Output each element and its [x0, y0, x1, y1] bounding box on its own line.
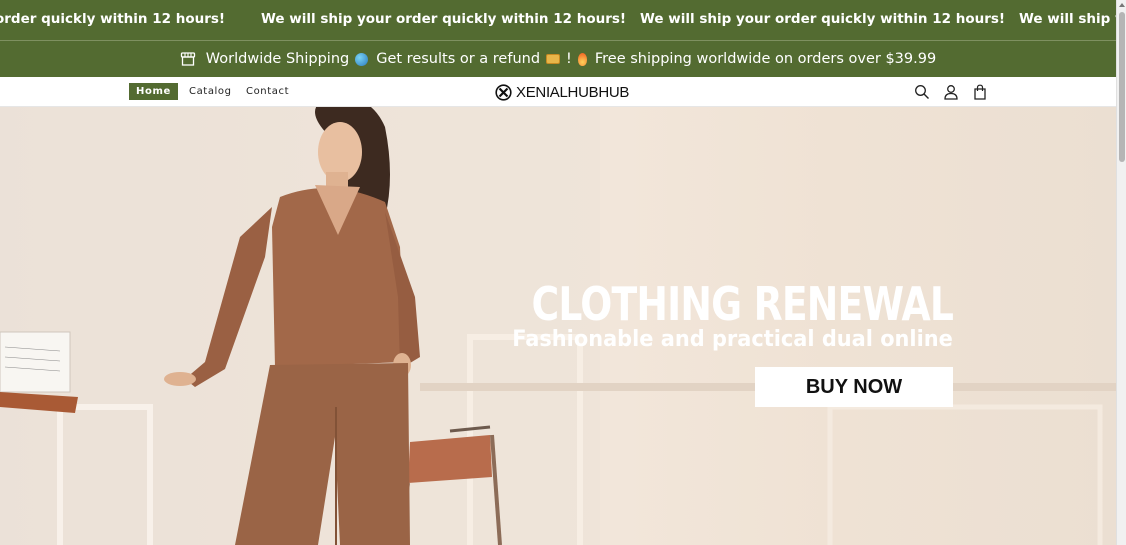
globe-icon — [355, 52, 369, 66]
hero-subtitle: Fashionable and practical dual online — [512, 327, 953, 352]
marquee-item: order quickly within 12 hours! — [0, 11, 226, 27]
hero-banner[interactable]: CLOTHING RENEWAL Fashionable and practic… — [0, 107, 1116, 545]
announcement-shipping: Worldwide Shipping — [205, 51, 350, 67]
store-icon — [180, 52, 195, 66]
nav-home[interactable]: Home — [129, 83, 178, 100]
nav-contact[interactable]: Contact — [246, 83, 289, 100]
search-icon[interactable] — [914, 84, 930, 100]
site-header: Home Catalog Contact XENIALHUBHUB — [0, 77, 1116, 107]
money-icon — [546, 54, 561, 64]
hero-title: CLOTHING RENEWAL — [531, 277, 953, 331]
nav-catalog[interactable]: Catalog — [189, 83, 232, 100]
brand-name: XENIALHUBHUB — [516, 83, 630, 101]
logo-mark-icon — [495, 83, 512, 101]
announcement-exclaim: ! — [566, 51, 572, 67]
account-icon[interactable] — [943, 84, 959, 100]
scrollbar-thumb[interactable] — [1119, 12, 1125, 162]
site-logo[interactable]: XENIALHUBHUB — [495, 82, 629, 102]
announcement-bar: Worldwide Shipping Get results or a refu… — [0, 40, 1116, 77]
page-scrollbar[interactable] — [1116, 0, 1126, 545]
buy-now-button[interactable]: BUY NOW — [755, 367, 953, 407]
fire-icon — [577, 52, 587, 66]
marquee-item: We will ship your order quickly within 1… — [261, 11, 627, 27]
announcement-refund: Get results or a refund — [376, 51, 541, 67]
marquee-item: We will ship your order quickly within 1… — [640, 11, 1006, 27]
marquee-bar: order quickly within 12 hours! We will s… — [0, 0, 1116, 40]
scroll-up-arrow-icon[interactable] — [1119, 3, 1125, 7]
announcement-free-shipping: Free shipping worldwide on orders over $… — [594, 51, 937, 67]
marquee-item: We will ship yo — [1019, 11, 1116, 27]
cart-icon[interactable] — [972, 84, 988, 100]
